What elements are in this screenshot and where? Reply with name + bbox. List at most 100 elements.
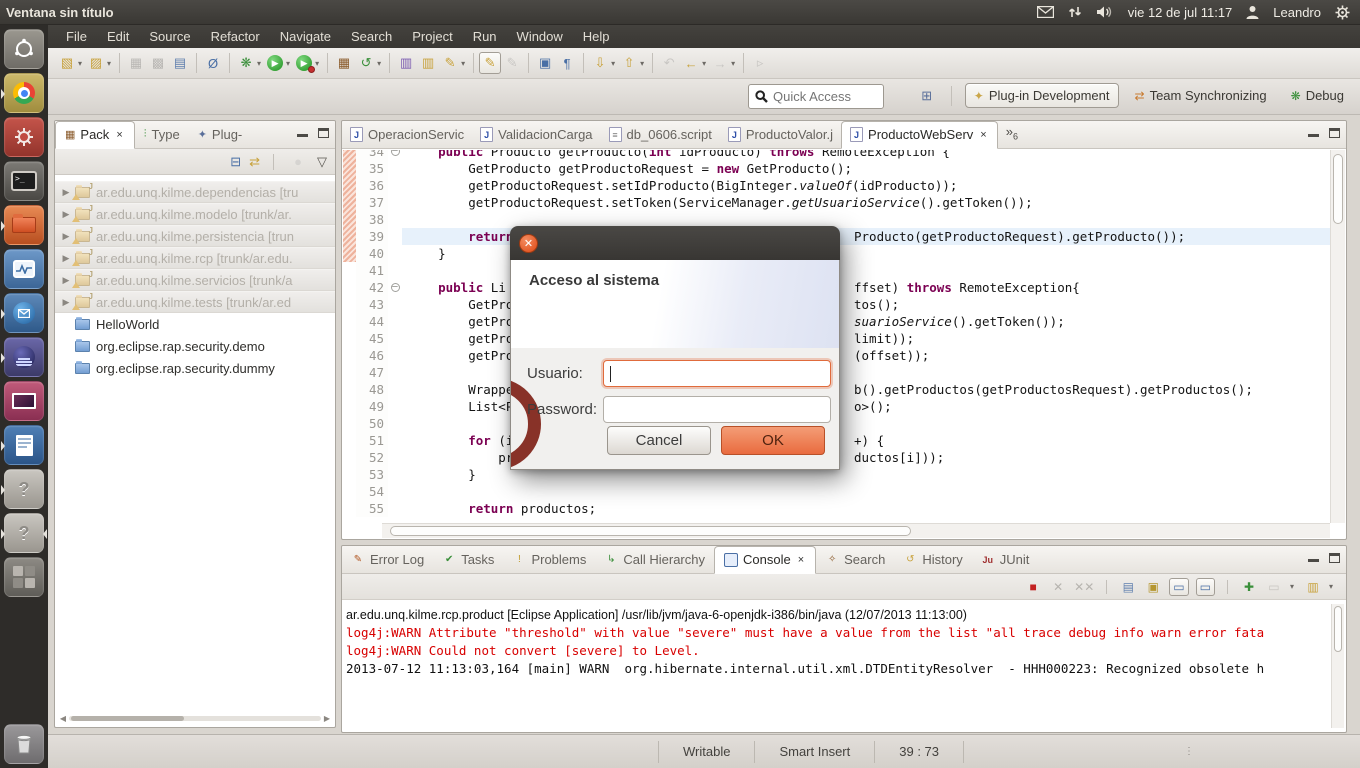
quick-access[interactable] xyxy=(748,84,884,109)
expand-icon[interactable]: ▶ xyxy=(61,187,71,198)
tree-item-7[interactable]: HelloWorld xyxy=(55,313,335,335)
menu-item-navigate[interactable]: Navigate xyxy=(270,27,341,46)
perspective-plug-in-development[interactable]: ✦Plug-in Development xyxy=(965,83,1119,108)
explorer-toolbar-collapse-all[interactable]: ⊟ xyxy=(230,154,241,170)
user-menu[interactable]: Leandro xyxy=(1273,5,1321,20)
minimize-icon[interactable] xyxy=(1308,553,1319,562)
dropdown-icon[interactable]: ▾ xyxy=(702,59,706,68)
password-field[interactable] xyxy=(603,396,831,423)
toolbar-icon-annotate[interactable]: ✎ xyxy=(439,52,461,74)
scroll-left-icon[interactable]: ◀ xyxy=(57,714,69,723)
tab-pack[interactable]: ▦Pack× xyxy=(55,121,135,149)
tree-item-8[interactable]: org.eclipse.rap.security.demo xyxy=(55,335,335,357)
dropdown-icon[interactable]: ▾ xyxy=(1329,582,1333,591)
menu-item-window[interactable]: Window xyxy=(507,27,573,46)
launcher-item-thunderbird[interactable] xyxy=(4,293,44,333)
toolbar-icon-debug[interactable]: ❋ xyxy=(235,52,257,74)
launcher-item-workspace-switcher[interactable] xyxy=(4,557,44,597)
menu-item-project[interactable]: Project xyxy=(402,27,462,46)
launcher-item-eclipse[interactable] xyxy=(4,337,44,377)
gear-icon[interactable] xyxy=(1335,5,1350,20)
cancel-button[interactable]: Cancel xyxy=(607,426,711,455)
launcher-item-app-unknown-1[interactable]: ? xyxy=(4,469,44,509)
launcher-item-chrome[interactable] xyxy=(4,73,44,113)
editor-tab-validacioncarga[interactable]: JValidacionCarga xyxy=(472,122,600,148)
toolbar-icon-goto-annotation[interactable]: ⇧ xyxy=(618,52,640,74)
console-toolbar-open-console[interactable]: ▥ xyxy=(1304,580,1322,594)
tree-item-3[interactable]: ▶Jar.edu.unq.kilme.persistencia [trun xyxy=(55,225,335,247)
quick-access-input[interactable] xyxy=(773,89,873,104)
menu-item-refactor[interactable]: Refactor xyxy=(201,27,270,46)
tab-error-log[interactable]: ✎Error Log xyxy=(342,547,433,573)
editor-vscrollbar[interactable] xyxy=(1330,150,1345,523)
dropdown-icon[interactable]: ▾ xyxy=(731,59,735,68)
volume-icon[interactable] xyxy=(1096,5,1114,19)
tree-item-9[interactable]: org.eclipse.rap.security.dummy xyxy=(55,357,335,379)
dropdown-icon[interactable]: ▾ xyxy=(377,59,381,68)
maximize-icon[interactable] xyxy=(1329,553,1340,563)
console-toolbar-scroll-lock[interactable]: ▣ xyxy=(1144,580,1162,594)
explorer-hscrollbar[interactable]: ◀ ▶ xyxy=(57,711,333,725)
toolbar-icon-last-edit-location[interactable]: ⇩ xyxy=(589,52,611,74)
editor-hscrollbar[interactable] xyxy=(382,523,1330,538)
tree-item-2[interactable]: ▶Jar.edu.unq.kilme.modelo [trunk/ar. xyxy=(55,203,335,225)
toolbar-icon-block-selection[interactable]: ▣ xyxy=(534,52,556,74)
close-icon[interactable]: × xyxy=(114,128,124,142)
dropdown-icon[interactable]: ▾ xyxy=(1290,582,1294,591)
dropdown-icon[interactable]: ▾ xyxy=(107,59,111,68)
menu-item-help[interactable]: Help xyxy=(573,27,620,46)
expand-icon[interactable]: ▶ xyxy=(61,231,71,242)
dropdown-icon[interactable]: ▾ xyxy=(78,59,82,68)
tab-junit[interactable]: JuJUnit xyxy=(972,547,1039,573)
launcher-item-files[interactable] xyxy=(4,205,44,245)
dropdown-icon[interactable]: ▾ xyxy=(315,59,319,68)
fold-collapse-icon[interactable]: – xyxy=(391,150,400,156)
editor-tab-overflow[interactable]: »6 xyxy=(998,119,1026,148)
tree-item-6[interactable]: ▶Jar.edu.unq.kilme.tests [trunk/ar.ed xyxy=(55,291,335,313)
launcher-item-libreoffice-writer[interactable] xyxy=(4,425,44,465)
launcher-item-app-unknown-2[interactable]: ? xyxy=(4,513,44,553)
perspective-team-synchronizing[interactable]: ⇄Team Synchronizing xyxy=(1127,84,1275,107)
dropdown-icon[interactable]: ▾ xyxy=(640,59,644,68)
network-arrows-icon[interactable] xyxy=(1068,5,1082,19)
ok-button[interactable]: OK xyxy=(721,426,825,455)
menu-item-search[interactable]: Search xyxy=(341,27,402,46)
menu-item-file[interactable]: File xyxy=(56,27,97,46)
menu-item-run[interactable]: Run xyxy=(463,27,507,46)
usuario-field[interactable] xyxy=(603,360,831,387)
toolbar-icon-show-whitespace[interactable]: ¶ xyxy=(556,52,578,74)
toolbar-icon-new-plugin-project[interactable]: ▦ xyxy=(333,52,355,74)
tree-item-1[interactable]: ▶Jar.edu.unq.kilme.dependencias [tru xyxy=(55,181,335,203)
tab-search[interactable]: ✧Search xyxy=(816,547,894,573)
tab-console[interactable]: Console× xyxy=(714,546,816,574)
fold-collapse-icon[interactable]: – xyxy=(391,283,400,292)
launcher-item-trash[interactable] xyxy=(4,724,44,764)
toolbar-icon-synchronize[interactable]: ↺ xyxy=(355,52,377,74)
launcher-item-terminal[interactable]: >_ xyxy=(4,161,44,201)
expand-icon[interactable]: ▶ xyxy=(61,275,71,286)
expand-icon[interactable]: ▶ xyxy=(61,253,71,264)
close-icon[interactable]: × xyxy=(978,128,988,142)
menu-item-source[interactable]: Source xyxy=(139,27,200,46)
editor-tab-db-0606-script[interactable]: ≡db_0606.script xyxy=(601,122,720,148)
toolbar-icon-run-history[interactable]: ▶ xyxy=(293,52,315,74)
console-toolbar-terminate[interactable]: ■ xyxy=(1024,580,1042,594)
tab-tasks[interactable]: ✔Tasks xyxy=(433,547,503,573)
editor-tab-productovalor-j[interactable]: JProductoValor.j xyxy=(720,122,841,148)
toolbar-icon-skip-all-breakpoints[interactable]: Ø xyxy=(202,52,224,74)
toolbar-icon-run[interactable]: ▶ xyxy=(264,52,286,74)
editor-tab-operacionservic[interactable]: JOperacionServic xyxy=(342,122,472,148)
dropdown-icon[interactable]: ▾ xyxy=(461,59,465,68)
expand-icon[interactable]: ▶ xyxy=(61,297,71,308)
toolbar-icon-new-java-project[interactable]: ▨ xyxy=(85,52,107,74)
toolbar-icon-open-perspective[interactable]: ⊞ xyxy=(916,85,938,107)
toolbar-icon-back[interactable]: ← xyxy=(680,52,702,74)
tab-problems[interactable]: !Problems xyxy=(503,547,595,573)
tab-type[interactable]: ⫶Type xyxy=(135,122,189,148)
console-toolbar-word-wrap[interactable]: ▭ xyxy=(1169,578,1188,596)
dropdown-icon[interactable]: ▾ xyxy=(286,59,290,68)
close-icon[interactable]: × xyxy=(796,553,806,567)
tab-call-hierarchy[interactable]: ↳Call Hierarchy xyxy=(595,547,714,573)
toolbar-icon-export[interactable]: ▥ xyxy=(417,52,439,74)
dropdown-icon[interactable]: ▾ xyxy=(257,59,261,68)
